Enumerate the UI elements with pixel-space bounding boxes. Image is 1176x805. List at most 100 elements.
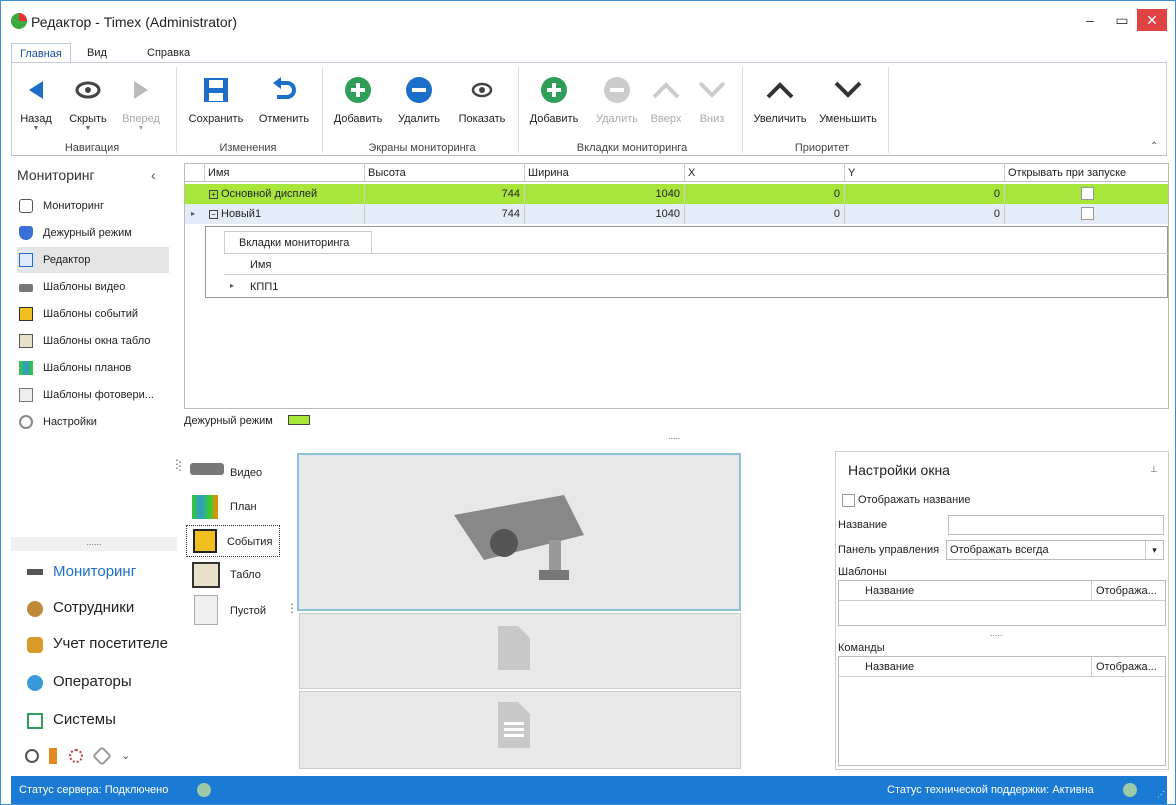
- panel-splitter-dots[interactable]: .....: [990, 628, 1003, 638]
- sidebar-item-monitoring[interactable]: Мониторинг: [17, 193, 169, 219]
- table-icon: [19, 334, 33, 348]
- col-name[interactable]: Имя: [205, 164, 365, 182]
- undo-button[interactable]: Отменить: [256, 67, 312, 125]
- toolbox-plan[interactable]: План: [186, 491, 280, 523]
- collapse-icon[interactable]: −: [209, 210, 218, 219]
- route-icon[interactable]: [69, 749, 83, 763]
- sidebar-item-board-templates[interactable]: Шаблоны окна табло: [17, 328, 169, 354]
- toolbox-video[interactable]: Видео: [186, 457, 280, 489]
- row-name: Новый1: [221, 208, 262, 220]
- preview-video-slot[interactable]: [297, 453, 741, 611]
- pin-icon[interactable]: ⊥: [1150, 464, 1158, 475]
- col-open-on-start[interactable]: Открывать при запуске: [1005, 164, 1168, 182]
- close-button[interactable]: ✕: [1137, 9, 1167, 31]
- open-on-start-checkbox[interactable]: [1081, 187, 1094, 200]
- cell-x: 0: [685, 204, 845, 224]
- decrease-priority-button[interactable]: Уменьшить: [818, 67, 878, 125]
- hide-button[interactable]: Скрыть ▼: [64, 67, 112, 132]
- col-height[interactable]: Высота: [365, 164, 525, 182]
- add-screen-button[interactable]: Добавить: [328, 67, 388, 125]
- tab-view[interactable]: Вид: [79, 43, 115, 63]
- nav-monitoring[interactable]: Мониторинг: [21, 555, 181, 589]
- arrow-left-icon: [16, 67, 56, 113]
- table-icon: [192, 562, 220, 588]
- resize-grip-icon[interactable]: ⋰: [1157, 790, 1165, 799]
- id-card-icon: [19, 388, 33, 402]
- title-bar: Редактор - Timex (Administrator) – ▭ ✕: [1, 1, 1175, 43]
- sidebar-item-duty[interactable]: Дежурный режим: [17, 220, 169, 246]
- sub-col-name[interactable]: Имя: [250, 259, 271, 271]
- nav-systems[interactable]: Системы: [21, 703, 181, 737]
- col-display[interactable]: Отобража...: [1091, 657, 1165, 677]
- toolbox-events[interactable]: События: [186, 525, 280, 557]
- delete-screen-button[interactable]: Удалить: [392, 67, 446, 125]
- move-up-label: Вверх: [650, 113, 682, 125]
- col-y[interactable]: Y: [845, 164, 1005, 182]
- sidebar-resize-dots[interactable]: ......: [11, 537, 177, 551]
- back-button[interactable]: Назад ▼: [16, 67, 56, 132]
- list-item[interactable]: ▸ КПП1: [224, 277, 1168, 297]
- duty-color-swatch[interactable]: [288, 415, 310, 425]
- sidebar-item-label: Дежурный режим: [43, 227, 132, 239]
- delete-tab-button[interactable]: Удалить: [590, 67, 644, 125]
- sidebar-item-settings[interactable]: Настройки: [17, 409, 169, 435]
- save-button[interactable]: Сохранить: [184, 67, 248, 125]
- clock-icon[interactable]: [25, 749, 39, 763]
- collapse-sidebar-icon[interactable]: ‹: [151, 167, 156, 183]
- camera-icon: [19, 284, 33, 292]
- commands-label: Команды: [838, 642, 885, 654]
- table-row[interactable]: + Основной дисплей 744 1040 0 0: [185, 184, 1168, 204]
- col-display[interactable]: Отобража...: [1091, 581, 1165, 601]
- nav-label: Учет посетителе: [53, 635, 168, 652]
- splitter-dots[interactable]: .....: [668, 431, 681, 441]
- increase-priority-button[interactable]: Увеличить: [750, 67, 810, 125]
- nav-employees[interactable]: Сотрудники: [21, 591, 181, 625]
- sidebar-item-event-templates[interactable]: Шаблоны событий: [17, 301, 169, 327]
- toolbox-board[interactable]: Табло: [186, 559, 280, 591]
- events-icon: [193, 529, 217, 553]
- minimize-button[interactable]: –: [1075, 9, 1105, 31]
- sidebar-item-editor[interactable]: Редактор: [17, 247, 169, 273]
- add-screen-label: Добавить: [333, 113, 383, 125]
- preview-document-slot[interactable]: [299, 691, 741, 769]
- nav-visitors[interactable]: Учет посетителе: [21, 627, 181, 661]
- sidebar-item-video-templates[interactable]: Шаблоны видео: [17, 274, 169, 300]
- col-x[interactable]: X: [685, 164, 845, 182]
- tab-monitoring-tabs[interactable]: Вкладки мониторинга: [224, 231, 372, 253]
- name-label: Название: [838, 519, 888, 531]
- sidebar-item-label: Шаблоны фотовери...: [43, 389, 154, 401]
- eye-icon: [452, 67, 512, 113]
- link-icon[interactable]: [92, 746, 112, 766]
- sidebar-item-plan-templates[interactable]: Шаблоны планов: [17, 355, 169, 381]
- door-icon[interactable]: [49, 748, 57, 764]
- col-width[interactable]: Ширина: [525, 164, 685, 182]
- control-panel-select[interactable]: Отображать всегда ▾: [946, 540, 1164, 560]
- show-screen-button[interactable]: Показать: [452, 67, 512, 125]
- col-name[interactable]: Название: [865, 585, 914, 597]
- map-icon: [19, 361, 33, 375]
- table-row[interactable]: ▸ − Новый1 744 1040 0 0: [185, 204, 1168, 224]
- chevron-down-icon[interactable]: ▾: [1145, 541, 1163, 559]
- nav-operators[interactable]: Операторы: [21, 665, 181, 699]
- move-down-button[interactable]: Вниз: [692, 67, 732, 125]
- delete-screen-label: Удалить: [398, 113, 440, 125]
- toolbox-grip[interactable]: ⋮: [174, 459, 186, 473]
- show-name-checkbox[interactable]: [842, 494, 855, 507]
- collapse-ribbon-icon[interactable]: ⌃: [1150, 141, 1158, 152]
- maximize-button[interactable]: ▭: [1107, 9, 1137, 31]
- tab-help[interactable]: Справка: [139, 43, 198, 63]
- sidebar-item-photo-templates[interactable]: Шаблоны фотовери...: [17, 382, 169, 408]
- window-title: Редактор - Timex (Administrator): [31, 14, 237, 30]
- add-tab-button[interactable]: Добавить: [524, 67, 584, 125]
- forward-button[interactable]: Вперед ▼: [116, 67, 166, 132]
- chevron-down-icon[interactable]: ⌄: [121, 749, 130, 762]
- toolbox-empty[interactable]: Пустой: [186, 593, 280, 629]
- camera-icon: [454, 495, 584, 580]
- name-input[interactable]: [948, 515, 1164, 535]
- open-on-start-checkbox[interactable]: [1081, 207, 1094, 220]
- move-up-button[interactable]: Вверх: [646, 67, 686, 125]
- tab-home[interactable]: Главная: [11, 43, 71, 63]
- preview-empty-slot[interactable]: [299, 613, 741, 689]
- expand-icon[interactable]: +: [209, 190, 218, 199]
- col-name[interactable]: Название: [865, 661, 914, 673]
